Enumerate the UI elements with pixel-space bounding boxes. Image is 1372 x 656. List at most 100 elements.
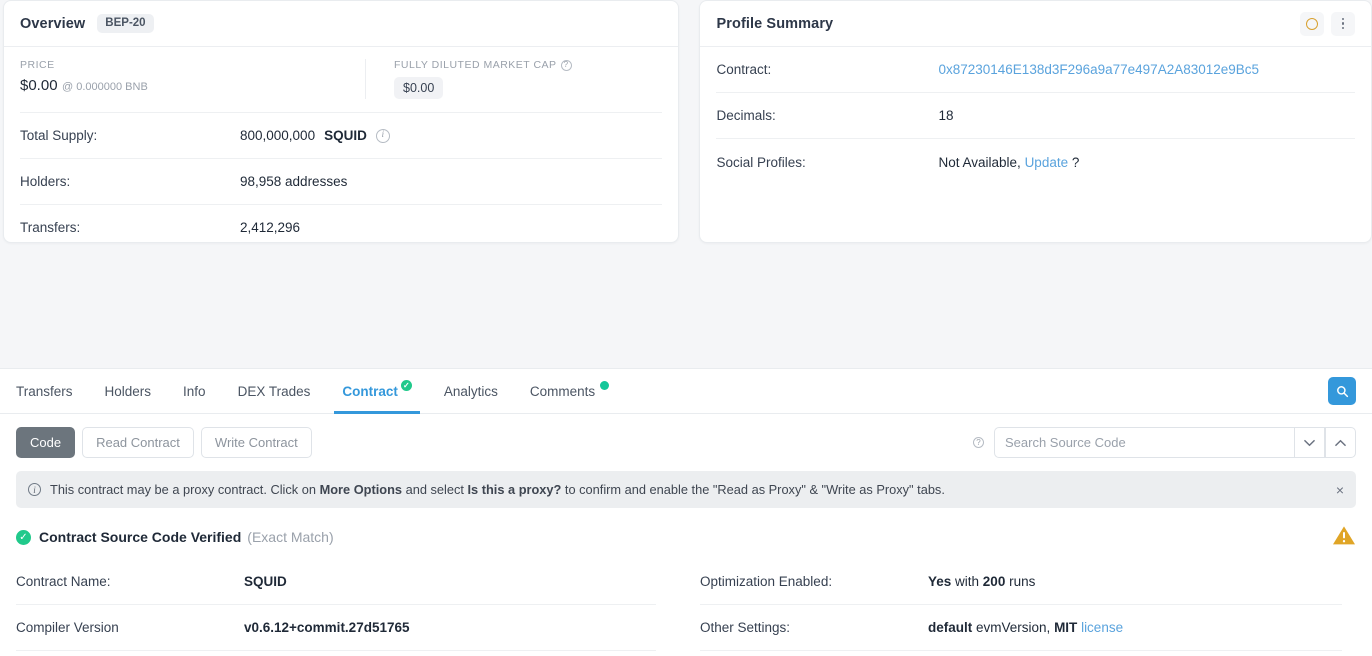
license-link[interactable]: license bbox=[1077, 620, 1123, 635]
verified-check-icon: ✓ bbox=[16, 529, 31, 545]
close-icon[interactable]: × bbox=[1336, 482, 1344, 498]
table-row: Total Supply: 800,000,000 SQUID i bbox=[20, 112, 663, 158]
row-label: Holders: bbox=[20, 174, 71, 189]
contract-name-value: SQUID bbox=[244, 574, 287, 589]
price-native-value: @ 0.000000 BNB bbox=[62, 81, 148, 93]
fdv-label: FULLY DILUTED MARKET CAP ? bbox=[394, 59, 572, 71]
verification-status: ✓ Contract Source Code Verified (Exact M… bbox=[16, 525, 1356, 549]
more-options-button[interactable] bbox=[1331, 11, 1355, 36]
search-next-button[interactable] bbox=[1294, 427, 1325, 458]
social-profiles-value: Not Available, Update ? bbox=[938, 155, 1079, 170]
row-value: 800,000,000 SQUID i bbox=[240, 128, 390, 143]
row-label: Total Supply: bbox=[20, 128, 98, 143]
profile-summary-card: Profile Summary Contract: 0x87230146E138… bbox=[699, 0, 1372, 243]
row-label: Social Profiles: bbox=[716, 154, 806, 170]
tab-label: Contract bbox=[342, 383, 398, 399]
overview-header: Overview BEP-20 bbox=[4, 1, 679, 47]
warning-triangle-icon bbox=[1333, 526, 1355, 545]
contract-controls: Code Read Contract Write Contract ? bbox=[0, 414, 1372, 458]
help-icon[interactable]: ? bbox=[560, 59, 572, 71]
profile-header-actions bbox=[1300, 11, 1355, 36]
tab-holders[interactable]: Holders bbox=[105, 369, 152, 414]
contract-address-link[interactable]: 0x87230146E138d3F296a9a77e497A2A83012e9B… bbox=[938, 62, 1259, 77]
source-search-controls: ? bbox=[973, 427, 1356, 458]
price-strip: PRICE $0.00 @ 0.000000 BNB FULLY DILUTED… bbox=[4, 47, 678, 99]
tab-info[interactable]: Info bbox=[183, 369, 206, 414]
profile-summary-header: Profile Summary bbox=[700, 1, 1371, 47]
tab-comments[interactable]: Comments bbox=[530, 369, 610, 414]
fdv-block: FULLY DILUTED MARKET CAP ? $0.00 bbox=[365, 59, 572, 99]
table-row: Other Settings: default evmVersion, MIT … bbox=[700, 605, 1342, 651]
update-link[interactable]: Update bbox=[1025, 155, 1069, 170]
row-label: Other Settings: bbox=[700, 620, 791, 635]
decimals-value: 18 bbox=[938, 108, 954, 123]
table-row: Contract Name: SQUID bbox=[16, 559, 656, 605]
page-title: Overview bbox=[20, 15, 86, 32]
info-icon[interactable]: i bbox=[375, 128, 390, 143]
write-contract-button[interactable]: Write Contract bbox=[200, 427, 312, 458]
notice-bold-1: More Options bbox=[319, 482, 403, 497]
warning-button[interactable] bbox=[1332, 525, 1356, 549]
row-label: Decimals: bbox=[716, 108, 776, 123]
tab-label: Transfers bbox=[16, 383, 73, 399]
social-profiles-text: Not Available, bbox=[938, 154, 1021, 170]
row-label: Transfers: bbox=[20, 220, 81, 235]
search-button[interactable] bbox=[1328, 377, 1356, 405]
token-standard-badge: BEP-20 bbox=[97, 13, 154, 34]
tab-label: DEX Trades bbox=[237, 383, 311, 399]
tab-bar: Transfers Holders Info DEX Trades Contra… bbox=[0, 369, 1372, 414]
optimization-enabled: Yes bbox=[928, 574, 952, 589]
price-value-row: $0.00 @ 0.000000 BNB bbox=[20, 77, 365, 95]
notice-text-3: to confirm and enable the "Read as Proxy… bbox=[561, 482, 945, 497]
verified-check-icon: ✓ bbox=[400, 379, 412, 391]
verification-match-type: (Exact Match) bbox=[247, 529, 334, 545]
fdv-label-text: FULLY DILUTED MARKET CAP bbox=[394, 59, 557, 71]
total-supply-amount: 800,000,000 bbox=[240, 128, 316, 143]
details-right-column: Optimization Enabled: Yes with 200 runs … bbox=[686, 559, 1372, 651]
contract-panel: Transfers Holders Info DEX Trades Contra… bbox=[0, 368, 1372, 656]
table-row: Decimals: 18 bbox=[716, 93, 1355, 139]
other-settings-value: default evmVersion, MIT license bbox=[928, 620, 1123, 635]
search-icon bbox=[1336, 385, 1348, 397]
tab-dex-trades[interactable]: DEX Trades bbox=[238, 369, 311, 414]
table-row: Transfers: 2,412,296 bbox=[20, 204, 663, 250]
tab-label: Analytics bbox=[443, 383, 498, 399]
search-source-code-group bbox=[994, 427, 1356, 458]
kebab-menu-icon bbox=[1341, 17, 1345, 30]
social-profiles-suffix: ? bbox=[1071, 154, 1080, 170]
optimization-value: Yes with 200 runs bbox=[928, 574, 1035, 589]
optimization-mid: with bbox=[951, 574, 983, 589]
row-label: Compiler Version bbox=[16, 620, 119, 635]
tab-contract[interactable]: Contract ✓ bbox=[334, 369, 420, 414]
summary-panels: Overview BEP-20 PRICE $0.00 @ 0.000000 B… bbox=[0, 0, 1372, 243]
search-source-code-input[interactable] bbox=[994, 427, 1294, 458]
help-icon[interactable]: ? bbox=[973, 437, 984, 448]
details-left-column: Contract Name: SQUID Compiler Version v0… bbox=[0, 559, 686, 651]
tab-label: Info bbox=[183, 383, 206, 399]
price-block: PRICE $0.00 @ 0.000000 BNB bbox=[20, 59, 365, 99]
evm-version: default bbox=[928, 620, 973, 635]
circle-icon bbox=[1306, 17, 1318, 30]
other-settings-mid: evmVersion, bbox=[972, 620, 1055, 635]
search-prev-button[interactable] bbox=[1325, 427, 1356, 458]
table-row: Contract: 0x87230146E138d3F296a9a77e497A… bbox=[716, 47, 1355, 93]
notice-text-2: and select bbox=[402, 482, 468, 497]
tab-analytics[interactable]: Analytics bbox=[444, 369, 498, 414]
info-icon: i bbox=[28, 483, 41, 496]
chevron-up-icon bbox=[1335, 439, 1346, 446]
row-label: Optimization Enabled: bbox=[700, 574, 833, 589]
tab-transfers[interactable]: Transfers bbox=[16, 369, 73, 414]
row-label: Contract: bbox=[716, 62, 772, 77]
fdv-value: $0.00 bbox=[394, 77, 444, 99]
token-circle-icon-button[interactable] bbox=[1300, 11, 1324, 36]
contract-mode-buttons: Code Read Contract Write Contract bbox=[16, 427, 312, 458]
notice-text: This contract may be a proxy contract. C… bbox=[50, 482, 945, 497]
chevron-down-icon bbox=[1304, 439, 1315, 446]
code-button[interactable]: Code bbox=[16, 427, 76, 458]
verification-title: Contract Source Code Verified bbox=[39, 529, 242, 545]
read-contract-button[interactable]: Read Contract bbox=[82, 427, 194, 458]
profile-summary-title: Profile Summary bbox=[716, 15, 834, 32]
notification-dot-icon bbox=[600, 380, 610, 390]
compiler-version-value: v0.6.12+commit.27d51765 bbox=[244, 620, 410, 635]
